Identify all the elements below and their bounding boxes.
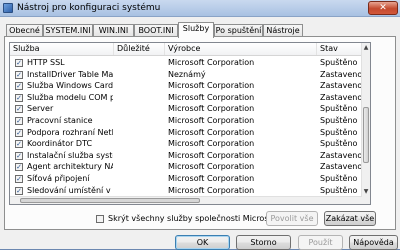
enable-all-button[interactable]: Povolit vše — [266, 211, 318, 226]
column-header-important[interactable]: Důležité — [114, 43, 165, 55]
service-name: Koordinátor DTC — [27, 139, 93, 149]
service-enabled-checkbox[interactable]: ✓ — [15, 175, 23, 183]
service-status: Zastaveno — [320, 81, 362, 91]
service-vendor: Microsoft Corporation — [168, 139, 255, 149]
column-header-vendor[interactable]: Výrobce — [165, 43, 317, 55]
service-enabled-checkbox[interactable]: ✓ — [15, 163, 23, 172]
service-enabled-checkbox[interactable]: ✓ — [15, 70, 23, 79]
list-header: Služba Důležité Výrobce Stav — [10, 43, 362, 56]
service-status: Spuštěno — [320, 174, 358, 183]
service-vendor: Microsoft Corporation — [168, 92, 255, 102]
service-row[interactable]: ✓ Síťová připojení Microsoft Corporation Sp… — [10, 174, 362, 184]
service-enabled-checkbox[interactable]: ✓ — [15, 93, 23, 102]
service-status: Spuštěno — [320, 185, 358, 195]
scroll-up-icon[interactable]: ▲ — [362, 43, 370, 52]
service-row[interactable]: ✓ Pracovní stanice Microsoft Corporation Sp… — [10, 116, 362, 126]
window-title: Nástroj pro konfiguraci systému — [17, 3, 161, 13]
service-name: InstallDriver Table Mana... — [27, 69, 113, 79]
service-vendor: Neznámý — [168, 69, 206, 79]
service-name: Server — [27, 104, 54, 114]
service-status: Spuštěno — [320, 58, 358, 67]
title-bar: Nástroj pro konfiguraci systému ✕ — [0, 0, 400, 17]
service-row[interactable]: ✓ Server Microsoft Corporation Spuštěno — [10, 104, 362, 114]
service-name: Síťová připojení — [27, 174, 90, 183]
service-status: Zastaveno — [320, 162, 362, 172]
tab-strip: Obecné SYSTEM.INI WIN.INI BOOT.INI Služb… — [4, 22, 396, 38]
service-enabled-checkbox[interactable]: ✓ — [15, 82, 23, 91]
service-vendor: Microsoft Corporation — [168, 150, 255, 160]
service-row[interactable]: ✓ Služba Windows CardSp... Microsoft Corpo… — [10, 81, 362, 91]
service-vendor: Microsoft Corporation — [168, 116, 255, 125]
msconfig-app-icon — [3, 3, 13, 13]
horizontal-scrollbar[interactable] — [10, 196, 362, 204]
service-vendor: Microsoft Corporation — [168, 127, 255, 137]
service-name: Instalační služba systém... — [27, 150, 113, 160]
column-header-status[interactable]: Stav — [317, 43, 362, 55]
ok-button[interactable]: OK — [175, 235, 230, 250]
service-enabled-checkbox[interactable]: ✓ — [15, 128, 23, 137]
service-row[interactable]: ✓ InstallDriver Table Mana... Neznámý Zasta… — [10, 70, 362, 80]
service-enabled-checkbox[interactable]: ✓ — [15, 140, 23, 149]
apply-button[interactable]: Použít — [298, 235, 343, 250]
horizontal-scroll-thumb[interactable] — [20, 198, 200, 203]
tab-services[interactable]: Služby — [178, 22, 214, 38]
service-vendor: Microsoft Corporation — [168, 58, 255, 67]
service-row[interactable]: ✓ Podpora rozhraní NetBI... Microsoft Corp… — [10, 128, 362, 138]
service-status: Spuštěno — [320, 127, 358, 137]
disable-all-button[interactable]: Zakázat vše — [324, 211, 376, 226]
service-name: Pracovní stanice — [27, 116, 93, 125]
close-button[interactable]: ✕ — [368, 1, 398, 15]
service-vendor: Microsoft Corporation — [168, 81, 255, 91]
service-row[interactable]: ✓ Služba modelu COM pro ... Microsoft Corp… — [10, 93, 362, 103]
service-vendor: Microsoft Corporation — [168, 104, 255, 114]
service-name: Služba Windows CardSp... — [27, 81, 113, 91]
service-name: Sledování umístění v síti ... — [27, 185, 113, 195]
service-vendor: Microsoft Corporation — [168, 185, 255, 195]
service-status: Spuštěno — [320, 139, 358, 149]
service-enabled-checkbox[interactable]: ✓ — [15, 186, 23, 195]
service-status: Spuštěno — [320, 104, 358, 114]
service-name: Agent architektury NAP ... — [27, 162, 113, 172]
column-header-service[interactable]: Služba — [10, 43, 114, 55]
hide-ms-services-checkbox[interactable] — [96, 215, 104, 223]
service-enabled-checkbox[interactable]: ✓ — [15, 105, 23, 114]
service-status: Zastaveno — [320, 69, 362, 79]
vertical-scrollbar[interactable]: ▲ ▼ — [361, 43, 370, 204]
service-status: Zastaveno — [320, 150, 362, 160]
service-name: Služba modelu COM pro ... — [27, 92, 113, 102]
service-row[interactable]: ✓ Sledování umístění v síti ... Microsoft … — [10, 186, 362, 196]
vertical-scroll-thumb[interactable] — [363, 107, 369, 163]
service-row[interactable]: ✓ Koordinátor DTC Microsoft Corporation Spu… — [10, 139, 362, 149]
service-name: HTTP SSL — [27, 58, 65, 67]
services-list[interactable]: Služba Důležité Výrobce Stav ✓ HTTP SSL Mi… — [9, 42, 371, 205]
service-status: Zastaveno — [320, 92, 362, 102]
service-row[interactable]: ✓ Instalační služba systém... Microsoft Co… — [10, 151, 362, 161]
service-enabled-checkbox[interactable]: ✓ — [15, 117, 23, 125]
service-row[interactable]: ✓ HTTP SSL Microsoft Corporation Spuštěno — [10, 58, 362, 68]
help-button[interactable]: Nápověda — [349, 235, 398, 250]
cancel-button[interactable]: Storno — [236, 235, 291, 250]
service-name: Podpora rozhraní NetBI... — [27, 127, 113, 137]
scroll-down-icon[interactable]: ▼ — [362, 187, 370, 196]
service-enabled-checkbox[interactable]: ✓ — [15, 59, 23, 67]
service-enabled-checkbox[interactable]: ✓ — [15, 151, 23, 160]
service-row[interactable]: ✓ Agent architektury NAP ... Microsoft Cor… — [10, 162, 362, 172]
hide-ms-services-label: Skrýt všechny služby společnosti Microso… — [108, 214, 280, 223]
system-configuration-window: Nástroj pro konfiguraci systému ✕ Obecné… — [0, 0, 400, 250]
service-status: Spuštěno — [320, 116, 358, 125]
service-vendor: Microsoft Corporation — [168, 162, 255, 172]
service-vendor: Microsoft Corporation — [168, 174, 255, 183]
